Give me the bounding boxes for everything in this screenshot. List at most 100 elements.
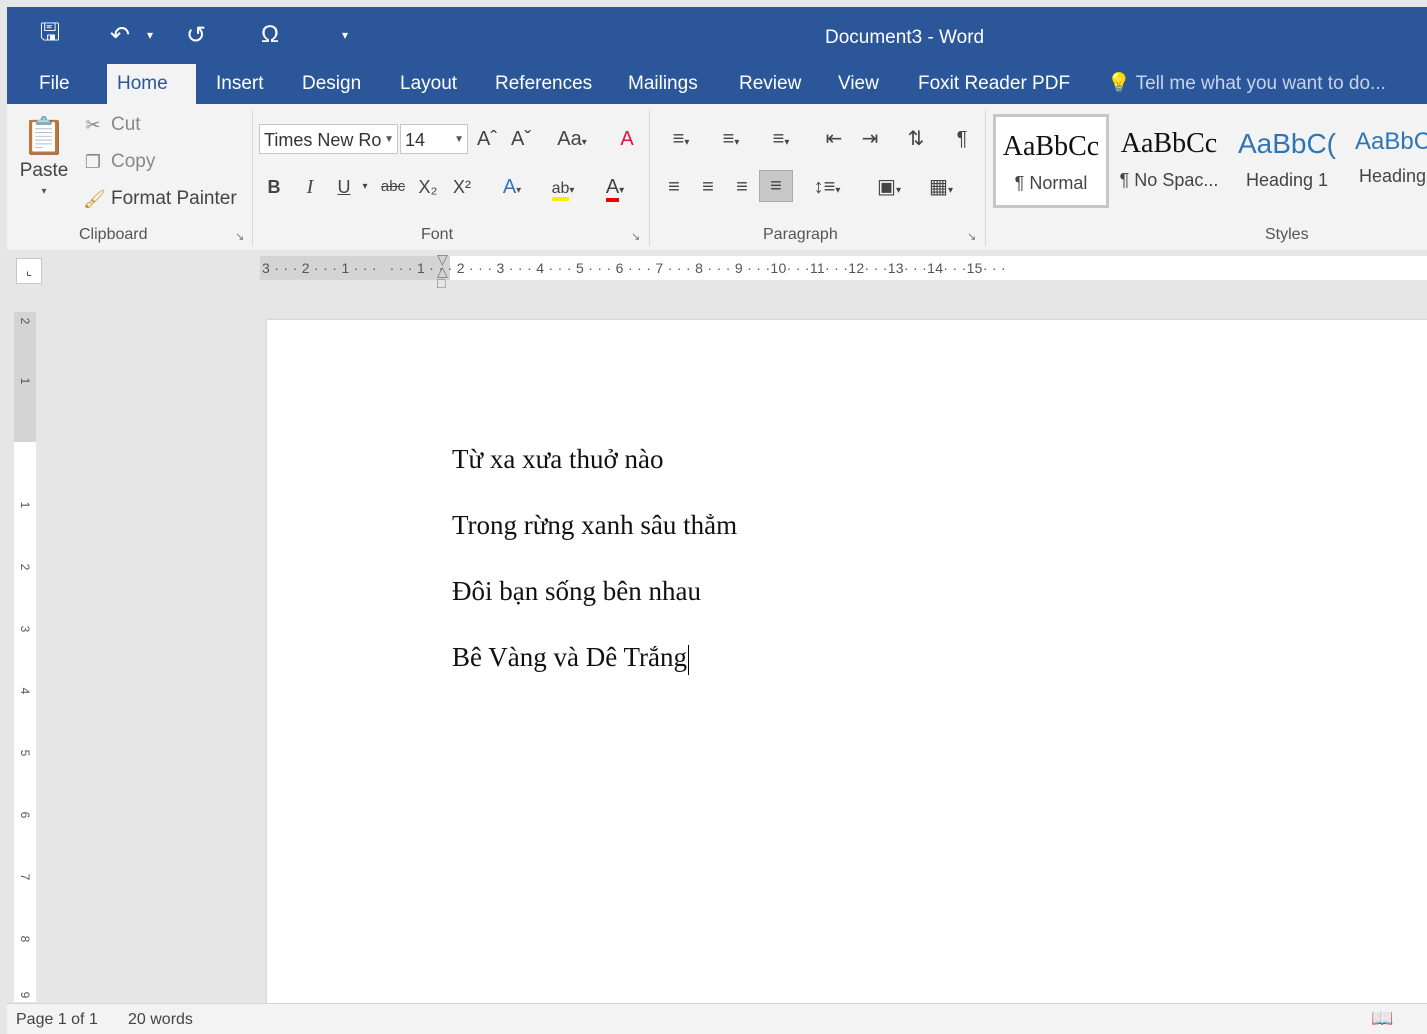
horizontal-ruler[interactable]: 3 · · · 2 · · · 1 · · · · · · 1 · · · 2 … [260,256,1427,280]
redo-icon[interactable]: ↺ [181,19,211,51]
paste-dropdown-icon[interactable]: ▾ [19,186,69,197]
style-normal[interactable]: AaBbCc ¶ Normal [993,114,1109,208]
style-preview: AaBbC [1355,128,1427,155]
font-color-icon[interactable]: A▾ [595,172,635,202]
clear-formatting-icon[interactable]: A [613,124,641,154]
ruler-number: 9 [18,991,32,999]
paragraph-3[interactable]: Đôi bạn sống bên nhau [452,576,701,607]
ruler-number: 7 [18,873,32,881]
paragraph-4-text: Bê Vàng và Dê Trắng [452,642,687,672]
superscript-button[interactable]: X² [449,172,475,202]
page-count[interactable]: Page 1 of 1 [16,1011,98,1029]
clipboard-launcher-icon[interactable]: ↘ [235,230,244,243]
chevron-down-icon: ▼ [384,134,394,145]
tab-mailings[interactable]: Mailings [618,64,708,104]
underline-dropdown-icon[interactable]: ▾ [359,172,371,202]
justify-icon[interactable]: ≡ [759,170,793,202]
copy-label: Copy [111,151,156,172]
tab-design[interactable]: Design [292,64,371,104]
align-center-icon[interactable]: ≡ [693,172,723,202]
undo-icon[interactable]: ↶ [105,19,135,51]
style-heading-1[interactable]: AaBbC( Heading 1 [1229,114,1345,208]
text-effects-icon[interactable]: A▾ [497,172,527,202]
tell-me-search[interactable]: 💡 Tell me what you want to do... [1107,64,1386,104]
symbol-icon[interactable]: Ω [255,19,285,51]
title-bar: 🖫 ↶ ▾ ↺ Ω ▾ Document3 - Word [7,7,1427,64]
paste-label: Paste [19,160,69,181]
grow-font-button[interactable]: Aˆ [473,124,501,154]
ribbon-tabs: File Home Insert Design Layout Reference… [7,64,1427,104]
tab-layout[interactable]: Layout [390,64,467,104]
read-mode-icon[interactable]: 📖 [1371,1008,1393,1029]
bold-button[interactable]: B [261,172,287,202]
subscript-button[interactable]: X₂ [415,172,441,202]
shrink-font-button[interactable]: Aˇ [507,124,535,154]
tab-home[interactable]: Home [107,64,196,104]
multilevel-list-icon[interactable]: ≡▾ [759,124,803,154]
line-spacing-icon[interactable]: ↕≡▾ [805,172,849,202]
paragraph-launcher-icon[interactable]: ↘ [967,230,976,243]
ruler-number: 2 [18,317,32,325]
strikethrough-button[interactable]: abc [377,172,409,202]
shading-icon[interactable]: ▣▾ [867,172,911,202]
copy-icon: ❐ [84,151,102,172]
pilcrow-icon[interactable]: ¶ [947,124,977,154]
font-size-combo[interactable]: 14 ▼ [400,124,468,154]
paragraph-4[interactable]: Bê Vàng và Dê Trắng [452,642,689,675]
style-preview: AaBbCc [1002,131,1100,162]
italic-button[interactable]: I [297,172,323,202]
tab-view[interactable]: View [828,64,889,104]
ruler-number: 3 [18,625,32,633]
tab-review[interactable]: Review [729,64,811,104]
change-case-label: Aa [557,128,582,150]
clipboard-icon: 📋 [21,115,67,156]
sort-icon[interactable]: ⇅ [901,124,931,154]
tab-selector[interactable]: ⌞ [16,258,42,284]
customize-icon[interactable]: ▾ [337,19,353,51]
style-preview: AaBbC( [1237,128,1337,159]
paragraph-group-label: Paragraph [763,226,838,243]
ruler-number: 8 [18,935,32,943]
underline-button[interactable]: U [331,172,357,202]
tab-foxit-reader-pdf[interactable]: Foxit Reader PDF [908,64,1080,104]
paste-button[interactable]: 📋 Paste ▾ [19,112,69,216]
paragraph-2[interactable]: Trong rừng xanh sâu thẳm [452,510,737,541]
tab-file[interactable]: File [29,64,80,104]
highlight-icon[interactable]: ab▾ [543,172,583,202]
font-name-combo[interactable]: Times New Ro ▼ [259,124,398,154]
cut-button[interactable]: ✂ Cut [83,114,141,136]
undo-dropdown-icon[interactable]: ▾ [143,19,157,51]
ruler-number: 6 [18,811,32,819]
format-painter-button[interactable]: 🖌 Format Painter [83,188,237,210]
divider [252,110,253,246]
align-right-icon[interactable]: ≡ [727,172,757,202]
ruler-number: 4 [18,687,32,695]
font-group-label: Font [421,226,454,243]
styles-group-label: Styles [1265,226,1309,243]
paragraph-1[interactable]: Từ xa xưa thuở nào [452,444,664,475]
format-painter-label: Format Painter [111,188,237,209]
increase-indent-icon[interactable]: ⇥ [855,124,885,154]
ruler-bar: ⌞ 3 · · · 2 · · · 1 · · · · · · 1 · · · … [7,250,1427,290]
bullets-icon[interactable]: ≡▾ [659,124,703,154]
change-case-button[interactable]: Aa▾ [547,124,597,154]
tab-references[interactable]: References [485,64,602,104]
window-title: Document3 - Word [825,27,985,48]
word-count[interactable]: 20 words [128,1011,193,1029]
cut-label: Cut [111,114,141,135]
style-heading-2[interactable]: AaBbC Heading [1347,114,1427,208]
tab-insert[interactable]: Insert [206,64,274,104]
paintbrush-icon: 🖌 [83,188,106,209]
font-launcher-icon[interactable]: ↘ [631,230,640,243]
indent-marker-icon[interactable]: ▽ △ □ [437,252,448,290]
decrease-indent-icon[interactable]: ⇤ [819,124,849,154]
save-icon[interactable]: 🖫 [35,19,65,51]
numbering-icon[interactable]: ≡▾ [709,124,753,154]
ruler-number: 2 [18,563,32,571]
borders-icon[interactable]: ▦▾ [919,172,963,202]
document-page[interactable]: Từ xa xưa thuở nào Trong rừng xanh sâu t… [267,320,1427,1010]
align-left-icon[interactable]: ≡ [659,172,689,202]
scissors-icon: ✂ [85,114,101,135]
style-no-spacing[interactable]: AaBbCc ¶ No Spac... [1111,114,1227,208]
copy-button[interactable]: ❐ Copy [83,151,155,173]
